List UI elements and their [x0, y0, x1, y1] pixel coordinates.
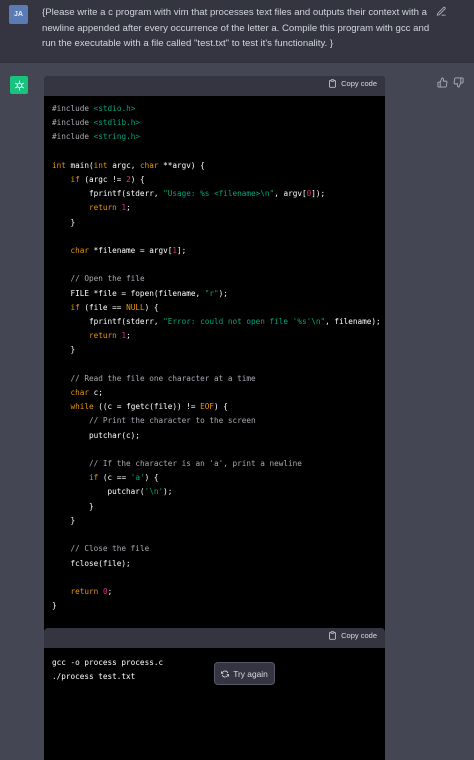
assistant-message: Copy code #include <stdio.h> #include <s… [0, 63, 474, 760]
shell-line: ./process test.txt [52, 672, 136, 681]
copy-code-label-2: Copy code [341, 631, 377, 640]
openai-logo-icon [10, 76, 28, 94]
shell-commands: gcc -o process process.c ./process test.… [52, 656, 163, 684]
code-block-header: Copy code [44, 76, 385, 96]
code-line: FILE *file = fopen(filename, "r"); [52, 288, 228, 298]
code-line: return 1; [89, 331, 131, 341]
code-line: fprintf(stderr, "Error: could not open f… [52, 317, 381, 327]
refresh-icon [221, 670, 230, 677]
code-line: fprintf(stderr, "Usage: %s <filename>\n"… [52, 189, 326, 199]
code-line: if (argc != 2) { [70, 175, 145, 185]
code-line: // If the character is an 'a', print a n… [89, 459, 302, 469]
code-line: // Read the file one character at a time [70, 373, 256, 383]
code-line: putchar('\n'); [52, 487, 173, 497]
code-content: #include <stdio.h> #include <stdlib.h> #… [52, 102, 381, 613]
code-line: #include <string.h> [52, 132, 140, 142]
code-block-2: Copy code gcc -o process process.c ./pro… [44, 628, 385, 760]
thumbs-down-icon[interactable] [453, 77, 464, 88]
code-line: } [52, 501, 94, 511]
code-line: return 1; [89, 203, 131, 213]
code-line: // Print the character to the screen [89, 416, 256, 426]
code-line: } [52, 515, 76, 525]
code-line: // Close the file [70, 544, 150, 554]
code-line: if (file == NULL) { [70, 302, 159, 312]
code-block: Copy code #include <stdio.h> #include <s… [44, 76, 385, 640]
clipboard-icon [329, 79, 337, 88]
code-line: return 0; [70, 586, 113, 596]
shell-line: gcc -o process process.c [52, 658, 164, 667]
pencil-icon[interactable] [436, 6, 447, 17]
code-line: fclose(file); [52, 558, 131, 568]
code-line: #include <stdlib.h> [52, 118, 140, 128]
copy-code-label: Copy code [341, 79, 377, 88]
code-line: } [52, 217, 76, 227]
code-line: while ((c = fgetc(file)) != EOF) { [70, 402, 228, 412]
copy-code-button[interactable]: Copy code [328, 79, 377, 88]
code-line: } [52, 345, 76, 355]
code-block-2-header: Copy code [44, 628, 385, 648]
user-message: JA {Please write a c program with vim th… [0, 0, 474, 63]
user-prompt-text: {Please write a c program with vim that … [42, 7, 430, 49]
try-again-button[interactable]: Try again [214, 662, 275, 685]
code-line: putchar(c); [52, 430, 140, 440]
thumbs-up-icon[interactable] [437, 77, 448, 88]
code-line: if (c == 'a') { [89, 473, 159, 483]
code-line: char *filename = argv[1]; [70, 246, 187, 256]
code-line: int main(int argc, char **argv) { [52, 160, 205, 170]
clipboard-icon [329, 631, 337, 640]
code-line: #include <stdio.h> [52, 104, 136, 113]
code-line: char c; [70, 388, 103, 398]
code-line: } [52, 601, 57, 611]
code-line: // Open the file [70, 274, 145, 284]
try-again-label: Try again [233, 668, 268, 679]
user-avatar: JA [9, 5, 28, 24]
copy-code-button-2[interactable]: Copy code [328, 631, 377, 640]
